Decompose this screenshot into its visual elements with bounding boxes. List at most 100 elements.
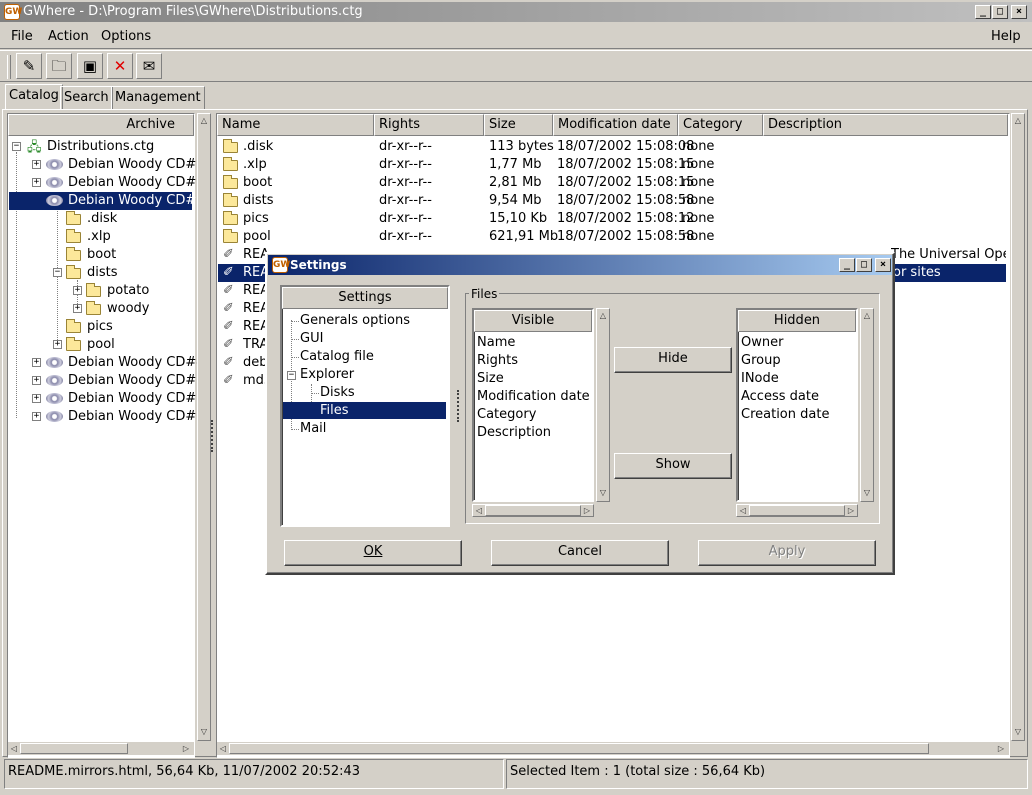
scroll-thumb[interactable]: [485, 505, 581, 516]
tree-item-cd2[interactable]: Debian Woody CD#2: [68, 174, 205, 192]
settings-gui[interactable]: GUI: [300, 330, 323, 348]
mail-icon[interactable]: ✉: [136, 53, 162, 79]
scroll-down-icon[interactable]: ▽: [198, 726, 210, 738]
tab-search[interactable]: Search: [60, 86, 113, 110]
scroll-left-icon[interactable]: ◁: [737, 505, 749, 517]
scroll-left-icon[interactable]: ◁: [8, 743, 20, 755]
scroll-up-icon[interactable]: △: [198, 115, 210, 127]
menu-action[interactable]: Action: [48, 28, 89, 46]
tree-expander[interactable]: +: [32, 178, 41, 187]
hide-button[interactable]: Hide: [614, 347, 732, 373]
scroll-right-icon[interactable]: ▷: [995, 743, 1007, 755]
tree-expander[interactable]: +: [32, 394, 41, 403]
scroll-thumb[interactable]: [229, 743, 929, 754]
visible-item[interactable]: Name: [477, 334, 515, 352]
hidden-header[interactable]: Hidden: [738, 310, 856, 332]
hidden-item[interactable]: Creation date: [741, 406, 829, 424]
visible-item[interactable]: Description: [477, 424, 551, 442]
files-hscrollbar[interactable]: ◁ ▷: [217, 741, 1009, 755]
file-name[interactable]: .xlp: [243, 156, 267, 174]
tree-expander[interactable]: −: [287, 371, 296, 380]
tree-expander[interactable]: +: [73, 286, 82, 295]
settings-generals-options[interactable]: Generals options: [300, 312, 410, 330]
file-name[interactable]: dists: [243, 192, 274, 210]
scroll-right-icon[interactable]: ▷: [180, 743, 192, 755]
visible-item[interactable]: Category: [477, 406, 536, 424]
scroll-right-icon[interactable]: ▷: [845, 505, 857, 517]
tree-expander[interactable]: +: [32, 376, 41, 385]
tree-vscrollbar[interactable]: △ ▽: [197, 113, 211, 741]
close-window-icon[interactable]: ×: [875, 258, 891, 272]
hidden-item[interactable]: Access date: [741, 388, 819, 406]
settings-disks[interactable]: Disks: [320, 384, 355, 402]
file-name[interactable]: boot: [243, 174, 272, 192]
scroll-up-icon[interactable]: △: [1012, 115, 1024, 127]
menu-help[interactable]: Help: [991, 28, 1021, 46]
visible-item[interactable]: Rights: [477, 352, 518, 370]
menu-file[interactable]: File: [11, 28, 33, 46]
cancel-button[interactable]: Cancel: [491, 540, 669, 566]
tree-item-cd4[interactable]: Debian Woody CD#4: [68, 354, 205, 372]
tree-expander[interactable]: +: [32, 358, 41, 367]
col-modification-date[interactable]: Modification date: [553, 114, 678, 136]
scroll-left-icon[interactable]: ◁: [217, 743, 229, 755]
hidden-item[interactable]: INode: [741, 370, 779, 388]
apply-button[interactable]: Apply: [698, 540, 876, 566]
open-icon[interactable]: 🗀: [46, 53, 72, 79]
tree-expander[interactable]: +: [53, 340, 62, 349]
maximize-icon[interactable]: □: [992, 5, 1008, 19]
tree-expander[interactable]: +: [32, 412, 41, 421]
visible-item[interactable]: Modification date: [477, 388, 590, 406]
tree-item-cd7[interactable]: Debian Woody CD#7: [68, 408, 205, 426]
col-name[interactable]: Name: [217, 114, 374, 136]
maximize-icon[interactable]: □: [856, 258, 872, 272]
tree-item-woody[interactable]: woody: [107, 300, 150, 318]
tree-item-cd5[interactable]: Debian Woody CD#5: [68, 372, 205, 390]
tree-item-xlp[interactable]: .xlp: [87, 228, 111, 246]
settings-mail[interactable]: Mail: [300, 420, 326, 438]
minimize-icon[interactable]: _: [975, 5, 991, 19]
tree-item-pics[interactable]: pics: [87, 318, 113, 336]
settings-explorer[interactable]: Explorer: [300, 366, 354, 384]
scroll-left-icon[interactable]: ◁: [473, 505, 485, 517]
show-button[interactable]: Show: [614, 453, 732, 479]
file-name[interactable]: deb: [243, 354, 268, 372]
visible-header[interactable]: Visible: [474, 310, 592, 332]
settings-tree-header[interactable]: Settings: [282, 287, 448, 309]
tree-item-cd3[interactable]: Debian Woody CD#3: [68, 192, 205, 210]
minimize-icon[interactable]: _: [839, 258, 855, 272]
file-name[interactable]: pics: [243, 210, 269, 228]
tree-item-disk[interactable]: .disk: [87, 210, 117, 228]
tree-expander[interactable]: +: [73, 304, 82, 313]
settings-catalog-file[interactable]: Catalog file: [300, 348, 374, 366]
tree-item-cd6[interactable]: Debian Woody CD#6: [68, 390, 205, 408]
hidden-item[interactable]: Group: [741, 352, 781, 370]
tree-item-pool[interactable]: pool: [87, 336, 115, 354]
menu-options[interactable]: Options: [101, 28, 151, 46]
col-description[interactable]: Description: [763, 114, 1008, 136]
scroll-right-icon[interactable]: ▷: [581, 505, 593, 517]
pane-splitter-handle[interactable]: [457, 390, 460, 422]
tree-header[interactable]: Archive: [8, 114, 194, 136]
close-window-icon[interactable]: ×: [1011, 5, 1027, 19]
tree-item-dists[interactable]: dists: [87, 264, 118, 282]
visible-hscrollbar[interactable]: ◁ ▷: [472, 504, 594, 517]
tree-item-boot[interactable]: boot: [87, 246, 116, 264]
col-category[interactable]: Category: [678, 114, 763, 136]
scroll-thumb[interactable]: [20, 743, 128, 754]
hidden-hscrollbar[interactable]: ◁ ▷: [736, 504, 858, 517]
visible-vscrollbar[interactable]: △ ▽: [596, 308, 610, 502]
ok-button[interactable]: OK: [284, 540, 462, 566]
tree-item-cd1[interactable]: Debian Woody CD#1: [68, 156, 205, 174]
visible-item[interactable]: Size: [477, 370, 504, 388]
save-icon[interactable]: ▣: [77, 53, 103, 79]
scroll-thumb[interactable]: [749, 505, 845, 516]
file-name[interactable]: pool: [243, 228, 271, 246]
tree-root[interactable]: Distributions.ctg: [47, 138, 154, 156]
scroll-down-icon[interactable]: ▽: [1012, 726, 1024, 738]
file-name[interactable]: .disk: [243, 138, 273, 156]
tree-expander[interactable]: +: [32, 160, 41, 169]
tree-expander[interactable]: −: [12, 142, 21, 151]
delete-icon[interactable]: ✕: [107, 53, 133, 79]
pane-splitter-handle[interactable]: [211, 420, 214, 452]
